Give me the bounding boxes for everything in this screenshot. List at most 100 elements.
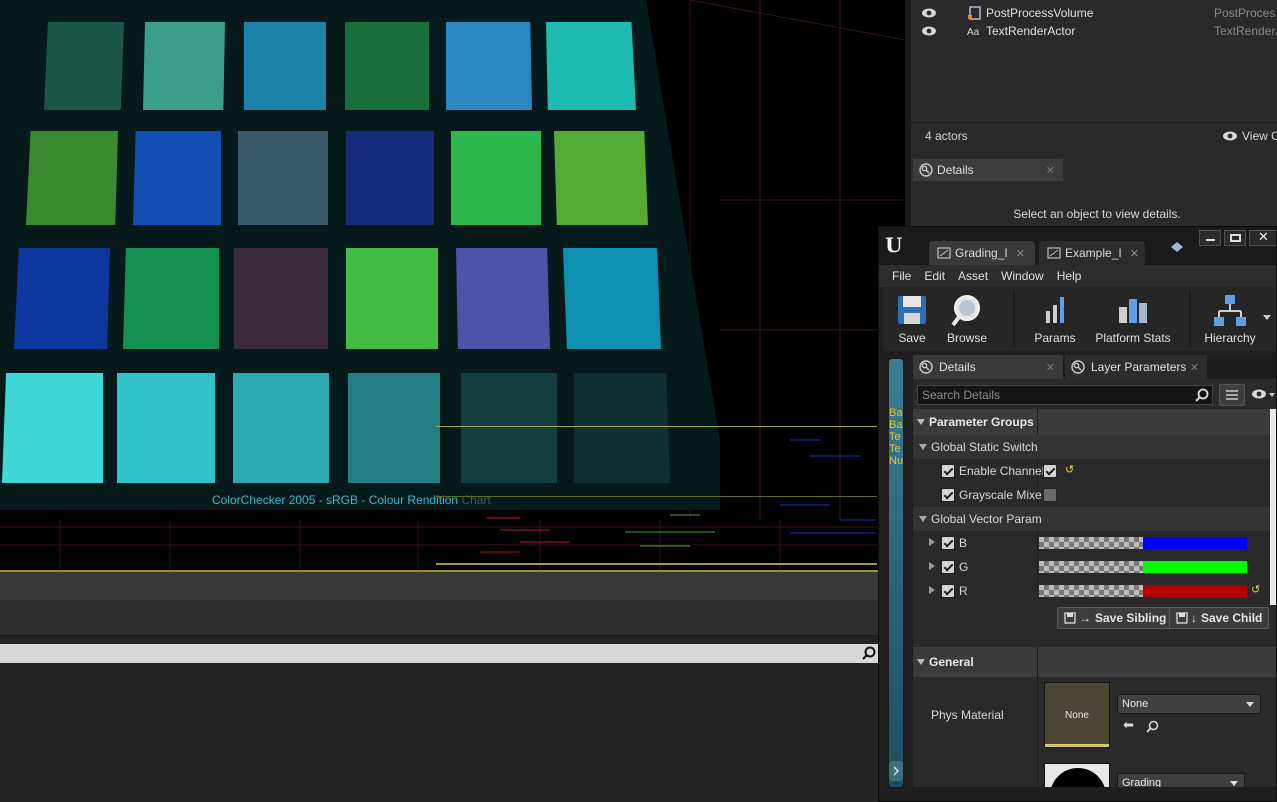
outliner-row[interactable]: PostProcessVolume PostProces <box>911 4 1277 22</box>
tab-layer-parameters[interactable]: Layer Parameters ✕ <box>1065 355 1207 379</box>
value-checkbox[interactable] <box>1043 488 1057 502</box>
swatch <box>2 373 103 483</box>
maximize-button[interactable] <box>1224 230 1246 246</box>
close-icon[interactable]: ✕ <box>1016 247 1025 260</box>
chevron-down-icon[interactable] <box>1263 315 1271 320</box>
collapse-arrow-icon[interactable] <box>917 659 925 665</box>
level-viewport[interactable]: ColorChecker 2005 - sRGB - Colour Rendit… <box>0 0 905 572</box>
close-icon[interactable]: ✕ <box>1046 164 1055 177</box>
close-icon[interactable]: ✕ <box>1190 361 1199 374</box>
close-icon[interactable]: ✕ <box>1046 361 1055 374</box>
list-view-button[interactable] <box>1219 384 1245 406</box>
actors-count: 4 actors <box>925 129 968 143</box>
section-parameter-groups[interactable]: Parameter Groups <box>913 409 1276 435</box>
param-enable-checkbox[interactable] <box>941 560 955 574</box>
reset-to-default-icon[interactable]: ↺ <box>1251 583 1260 596</box>
material-instance-icon <box>1047 247 1061 259</box>
outliner-row[interactable]: Aa TextRenderActor TextRenderA <box>911 22 1277 40</box>
swatch <box>446 22 532 110</box>
view-options-button[interactable]: View O <box>1222 129 1277 143</box>
menu-help[interactable]: Help <box>1057 269 1082 283</box>
save-icon <box>1064 612 1076 624</box>
button-label: Save Sibling <box>1095 611 1167 625</box>
menu-asset[interactable]: Asset <box>958 269 988 283</box>
phys-material-dropdown[interactable]: None <box>1117 694 1261 714</box>
save-label: Save <box>898 331 926 345</box>
hierarchy-icon <box>1214 295 1246 326</box>
search-icon[interactable] <box>1195 388 1209 402</box>
scrollbar[interactable] <box>1270 409 1276 605</box>
params-icon <box>1046 297 1064 323</box>
collapse-arrow-icon[interactable] <box>919 444 927 450</box>
param-label: R <box>959 584 968 598</box>
svg-text:Aa: Aa <box>967 27 980 38</box>
section-title: General <box>929 655 974 669</box>
guide-line <box>436 496 877 497</box>
param-enable-checkbox[interactable] <box>941 584 955 598</box>
color-swatch-g[interactable] <box>1039 561 1247 573</box>
section-general[interactable]: General <box>913 647 1276 677</box>
swatch <box>44 22 124 110</box>
minimize-button[interactable] <box>1199 230 1221 246</box>
group-global-vector-param[interactable]: Global Vector Param <box>913 507 1276 531</box>
platform-stats-button[interactable]: Platform Stats <box>1091 287 1175 351</box>
tab-label: Layer Parameters <box>1091 360 1187 374</box>
content-search-bar[interactable] <box>0 644 880 663</box>
document-tab[interactable]: Grading_I ✕ <box>929 241 1035 265</box>
expand-icon[interactable] <box>889 761 903 781</box>
eye-icon[interactable] <box>1251 388 1267 400</box>
param-enable-checkbox[interactable] <box>941 488 955 502</box>
save-sibling-button[interactable]: → Save Sibling <box>1057 607 1174 629</box>
swatch <box>143 22 225 110</box>
details-search[interactable] <box>917 385 1213 405</box>
material-instance-editor: U Grading_I ✕ Example_I ✕ ✕ File Edit As… <box>878 226 1277 802</box>
use-selected-arrow-icon[interactable]: ⬅ <box>1123 718 1134 733</box>
window-titlebar[interactable]: U Grading_I ✕ Example_I ✕ ✕ <box>879 227 1276 265</box>
params-button[interactable]: Params <box>1027 287 1083 351</box>
param-enable-checkbox[interactable] <box>941 536 955 550</box>
param-enable-checkbox[interactable] <box>941 464 955 478</box>
save-child-button[interactable]: ↓ Save Child <box>1169 607 1270 629</box>
hierarchy-button[interactable]: Hierarchy <box>1199 287 1261 351</box>
material-thumbnail[interactable] <box>1044 763 1110 787</box>
document-tab[interactable]: Example_I ✕ <box>1039 241 1145 265</box>
column-divider <box>1037 647 1038 787</box>
value-checkbox[interactable] <box>1043 464 1057 478</box>
property-label: Phys Material <box>931 708 1004 722</box>
group-global-static-switch[interactable]: Global Static Switch <box>913 435 1276 459</box>
phys-material-thumbnail[interactable]: None <box>1044 682 1110 748</box>
parent-material-dropdown[interactable]: Grading <box>1117 773 1245 787</box>
menu-window[interactable]: Window <box>1001 269 1044 283</box>
expand-arrow-icon[interactable] <box>929 538 935 546</box>
collapse-arrow-icon[interactable] <box>917 419 925 425</box>
bookmark-icon[interactable] <box>1169 241 1185 255</box>
param-grayscale-mixer: Grayscale Mixe <box>913 483 1276 507</box>
color-swatch-b[interactable] <box>1039 537 1247 549</box>
platform-stats-icon <box>1119 299 1147 323</box>
eye-icon[interactable] <box>921 25 937 37</box>
menu-file[interactable]: File <box>892 269 911 283</box>
dropdown-value: None <box>1122 698 1149 710</box>
color-swatch-r[interactable] <box>1039 585 1247 597</box>
close-icon[interactable]: ✕ <box>1130 247 1139 260</box>
params-label: Params <box>1034 331 1076 345</box>
browse-button[interactable]: Browse <box>937 287 997 351</box>
tab-details[interactable]: Details ✕ <box>913 355 1063 379</box>
search-input[interactable] <box>918 388 1188 402</box>
hierarchy-label: Hierarchy <box>1204 331 1256 345</box>
browse-asset-icon[interactable] <box>1146 720 1159 733</box>
save-button[interactable]: Save <box>889 287 935 351</box>
save-icon <box>1176 612 1188 624</box>
chevron-down-icon[interactable] <box>1269 393 1275 397</box>
search-icon[interactable] <box>862 646 876 660</box>
collapse-arrow-icon[interactable] <box>919 516 927 522</box>
expand-arrow-icon[interactable] <box>929 586 935 594</box>
reset-to-default-icon[interactable]: ↺ <box>1065 463 1074 476</box>
swatch <box>234 248 328 349</box>
eye-icon[interactable] <box>921 7 937 19</box>
menu-edit[interactable]: Edit <box>924 269 945 283</box>
close-window-button[interactable]: ✕ <box>1249 230 1276 246</box>
post-process-volume-icon <box>968 6 981 20</box>
expand-arrow-icon[interactable] <box>929 562 935 570</box>
tab-details[interactable]: Details ✕ <box>913 159 1063 181</box>
